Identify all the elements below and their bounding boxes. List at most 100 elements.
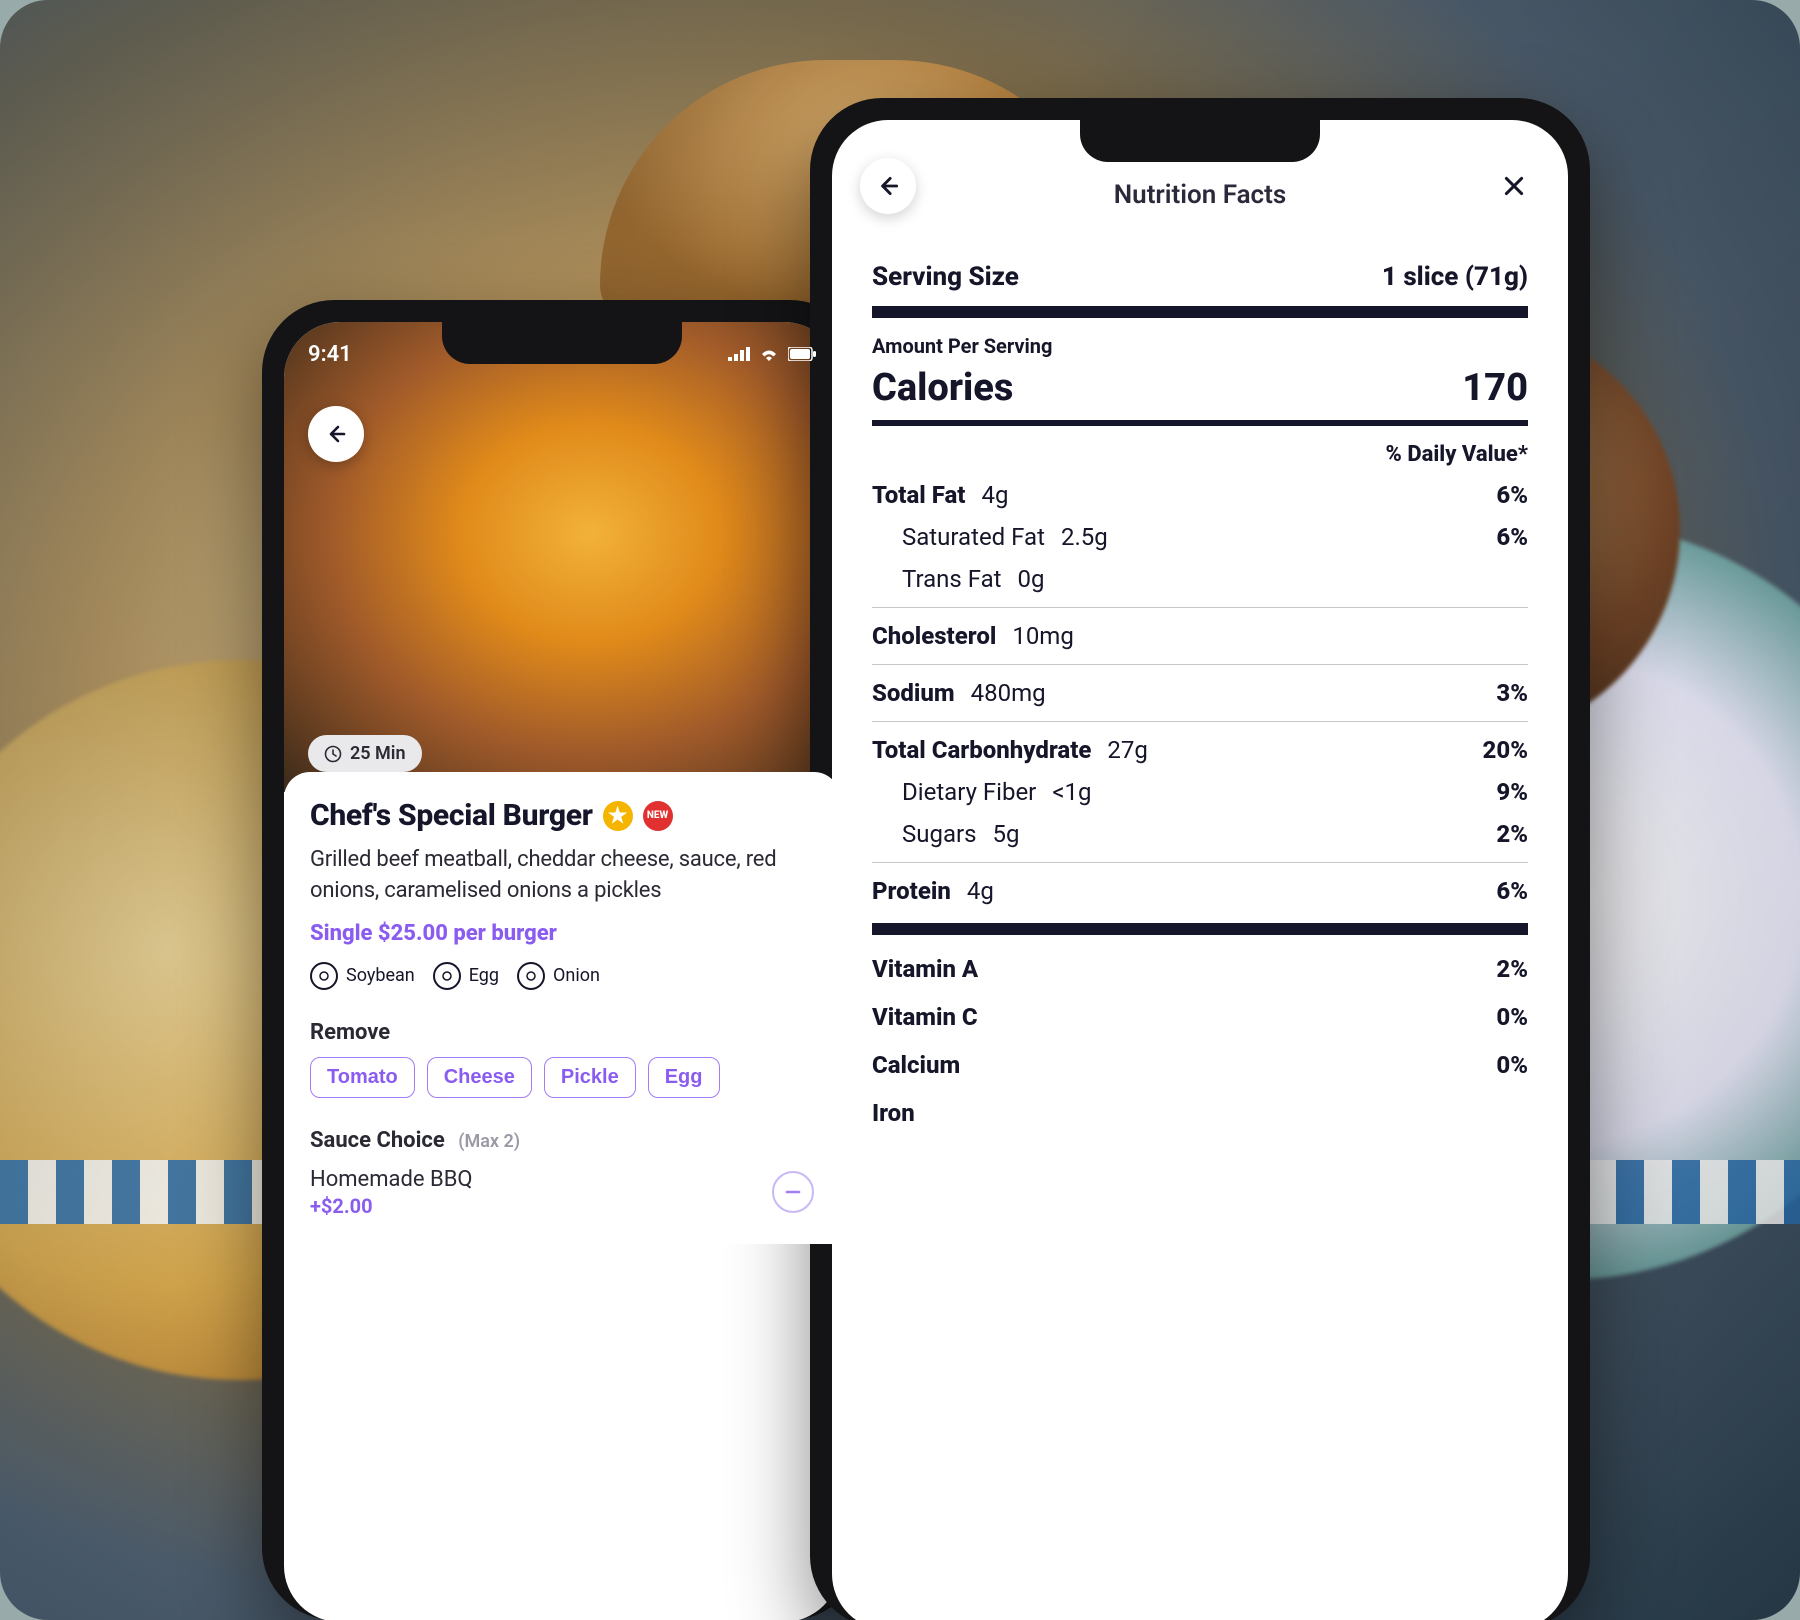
- remove-chip[interactable]: Egg: [648, 1057, 720, 1098]
- clock-icon: [324, 745, 342, 763]
- vitamin-dv: 2%: [1496, 955, 1528, 983]
- allergen-label: Egg: [469, 965, 499, 986]
- nutrition-line: Sugars5g 2%: [872, 820, 1528, 848]
- nutrient-amount: 4g: [982, 481, 1009, 509]
- item-hero-image: 9:41 25 Min: [284, 322, 840, 792]
- allergen-label: Soybean: [346, 965, 415, 986]
- battery-icon: [788, 347, 816, 361]
- nutrition-line: Dietary Fiber <1g 9%: [872, 778, 1528, 806]
- nutrient-label: Saturated Fat: [902, 523, 1045, 551]
- sauce-heading: Sauce Choice: [310, 1128, 445, 1153]
- serving-value: 1 slice (71g): [1382, 262, 1528, 292]
- nutrition-body: Serving Size 1 slice (71g) Amount Per Se…: [832, 230, 1568, 1147]
- allergen-item: Egg: [433, 962, 499, 990]
- nutrition-title: Nutrition Facts: [1114, 180, 1286, 210]
- nutrient-label: Protein: [872, 877, 951, 905]
- vitamin-label: Iron: [872, 1099, 915, 1127]
- nutrient-dv: 3%: [1496, 679, 1528, 707]
- thin-rule: [872, 607, 1528, 608]
- allergen-label: Onion: [553, 965, 600, 986]
- arrow-left-icon: [324, 422, 348, 446]
- nutrition-line-left: Protein 4g: [872, 877, 994, 905]
- item-card: Chef's Special Burger NEW Grilled beef m…: [284, 772, 840, 1244]
- sauce-option-row[interactable]: Homemade BBQ +$2.00: [310, 1167, 814, 1218]
- nutrition-line: Sodium 480mg 3%: [872, 679, 1528, 707]
- nutrient-dv: 2%: [1496, 820, 1528, 848]
- item-title: Chef's Special Burger: [310, 798, 593, 833]
- remove-sauce-button[interactable]: [772, 1171, 814, 1213]
- remove-chip[interactable]: Tomato: [310, 1057, 415, 1098]
- item-description: Grilled beef meatball, cheddar cheese, s…: [310, 845, 814, 907]
- nutrition-line: Trans Fat0g: [872, 565, 1528, 593]
- status-time: 9:41: [308, 342, 352, 367]
- close-icon: [1501, 173, 1527, 199]
- serving-label: Serving Size: [872, 262, 1019, 292]
- back-button[interactable]: [308, 406, 364, 462]
- nutrient-amount: 480mg: [971, 679, 1046, 707]
- thin-rule: [872, 721, 1528, 722]
- item-price: Single $25.00 per burger: [310, 921, 814, 946]
- amount-per-serving-label: Amount Per Serving: [872, 334, 1528, 358]
- remove-heading: Remove: [310, 1020, 814, 1045]
- nutrient-label: Dietary Fiber: [902, 778, 1036, 806]
- remove-chip[interactable]: Pickle: [544, 1057, 636, 1098]
- nutrient-label: Total Carbonhydrate: [872, 736, 1091, 764]
- nutrient-dv: 6%: [1496, 481, 1528, 509]
- nutrient-amount: 2.5g: [1061, 523, 1108, 551]
- thin-rule: [872, 664, 1528, 665]
- nutrient-amount: 5g: [993, 820, 1020, 848]
- allergen-icon: [310, 962, 338, 990]
- nutrient-label: Cholesterol: [872, 622, 996, 650]
- nutrition-rows: Total Fat 4g 6% Saturated Fat 2.5g 6% Trans Fa…: [872, 481, 1528, 905]
- nutrition-back-button[interactable]: [860, 158, 916, 214]
- arrow-left-icon: [875, 173, 901, 199]
- item-title-row: Chef's Special Burger NEW: [310, 798, 814, 833]
- allergen-item: Soybean: [310, 962, 415, 990]
- new-badge-icon: NEW: [643, 801, 673, 831]
- nutrition-line: Cholesterol10mg: [872, 622, 1528, 650]
- serving-row: Serving Size 1 slice (71g): [872, 250, 1528, 292]
- vitamin-label: Vitamin C: [872, 1003, 978, 1031]
- sauce-name: Homemade BBQ: [310, 1167, 473, 1192]
- sauce-max: (Max 2): [458, 1131, 520, 1152]
- thin-rule: [872, 862, 1528, 863]
- sauce-price-delta: +$2.00: [310, 1194, 473, 1218]
- wifi-icon: [758, 346, 780, 362]
- allergen-item: Onion: [517, 962, 600, 990]
- phone-nutrition: Nutrition Facts Serving Size 1 slice (71…: [810, 98, 1590, 1620]
- nutrition-line-left: Saturated Fat 2.5g: [872, 523, 1108, 551]
- stage: 9:41 25 Min Chef's Special: [0, 0, 1800, 1620]
- nutrient-dv: 6%: [1496, 877, 1528, 905]
- dv-header: % Daily Value*: [872, 442, 1528, 467]
- nutrition-line: Total Carbonhydrate27g 20%: [872, 736, 1528, 764]
- nutrient-dv: 20%: [1483, 736, 1528, 764]
- vitamin-line: Vitamin A2%: [872, 955, 1528, 983]
- cook-time-value: 25 Min: [350, 743, 406, 764]
- remove-chip[interactable]: Cheese: [427, 1057, 532, 1098]
- cook-time-pill: 25 Min: [308, 735, 422, 772]
- nutrition-line-left: Cholesterol10mg: [872, 622, 1074, 650]
- nutrient-amount: 0g: [1018, 565, 1045, 593]
- allergen-icon: [433, 962, 461, 990]
- nutrient-amount: 4g: [967, 877, 994, 905]
- allergen-icon: [517, 962, 545, 990]
- nutrition-line-left: Total Carbonhydrate27g: [872, 736, 1148, 764]
- nutrition-line-left: Sodium 480mg: [872, 679, 1046, 707]
- nutrient-amount: <1g: [1052, 778, 1091, 806]
- nutrient-dv: 9%: [1496, 778, 1528, 806]
- nutrition-line-left: Sugars5g: [872, 820, 1020, 848]
- phone-item-detail: 9:41 25 Min Chef's Special: [262, 300, 862, 1620]
- nutrition-line-left: Dietary Fiber <1g: [872, 778, 1091, 806]
- nutrient-label: Sodium: [872, 679, 955, 707]
- nutrient-dv: 6%: [1496, 523, 1528, 551]
- vitamin-rows: Vitamin A2%Vitamin C0%Calcium0%Iron: [872, 955, 1528, 1127]
- thick-rule: [872, 306, 1528, 318]
- sauce-heading-row: Sauce Choice (Max 2): [310, 1128, 814, 1153]
- nutrient-label: Total Fat: [872, 481, 966, 509]
- allergen-row: Soybean Egg Onion: [310, 962, 814, 990]
- nutrition-line-left: Trans Fat0g: [872, 565, 1045, 593]
- nutrition-close-button[interactable]: [1494, 166, 1534, 206]
- vitamin-label: Calcium: [872, 1051, 960, 1079]
- vitamin-line: Calcium0%: [872, 1051, 1528, 1079]
- remove-chip-row: Tomato Cheese Pickle Egg: [310, 1057, 814, 1098]
